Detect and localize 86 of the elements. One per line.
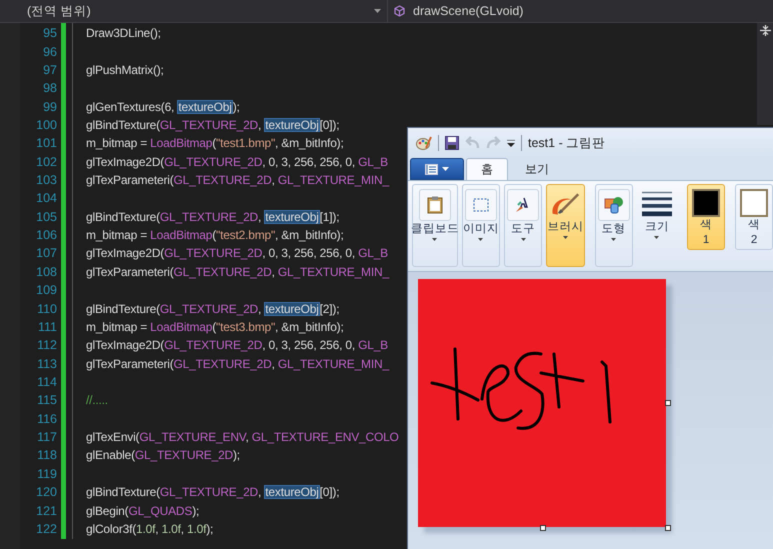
line-number: 109 [36, 283, 57, 298]
drawing-canvas[interactable] [418, 279, 666, 527]
caret-icon [442, 167, 449, 171]
line-number: 117 [37, 430, 57, 444]
split-icon[interactable] [760, 25, 770, 36]
caret-icon [432, 238, 438, 241]
ribbon-group-button[interactable]: 브러시 [546, 184, 585, 267]
line-number: 99 [43, 100, 57, 114]
code-line: m_bitmap = LoadBitmap("test3.bmp", &m_bitInfo); [86, 320, 344, 334]
code-line: glEnable(GL_TEXTURE_2D); [86, 448, 240, 462]
save-icon[interactable] [445, 136, 459, 150]
member-dropdown[interactable]: drawScene(GLvoid) [388, 0, 524, 22]
code-line: Draw3DLine(); [86, 26, 161, 40]
code-line: glBindTexture(GL_TEXTURE_2D, textureObj[2]); [86, 302, 340, 316]
line-number: 96 [43, 44, 57, 59]
code-line: glPushMatrix(); [86, 62, 164, 77]
code-line: glColor3f(1.0f, 1.0f, 1.0f); [86, 522, 214, 536]
code-line: glBindTexture(GL_TEXTURE_2D, textureObj[1]); [86, 210, 340, 224]
code-line: glTexParameteri(GL_TEXTURE_2D, GL_TEXTURE_MIN_ [86, 356, 389, 371]
color-button[interactable]: 색 1 [687, 184, 726, 250]
code-line: glTexImage2D(GL_TEXTURE_2D, 0, 3, 256, 256, 0, GL_B [86, 338, 388, 352]
line-number: 108 [36, 264, 57, 279]
caret-icon [562, 236, 568, 239]
caret-icon [374, 9, 381, 13]
palette-icon[interactable] [416, 136, 432, 150]
line-width-icon [642, 191, 672, 217]
code-line: glTexParameteri(GL_TEXTURE_2D, GL_TEXTURE_MIN_ [86, 264, 389, 279]
ribbon-tab[interactable]: 보기 [510, 158, 564, 180]
code-line: glTexImage2D(GL_TEXTURE_2D, 0, 3, 256, 256, 0, GL_B [86, 246, 388, 260]
caret-icon [654, 236, 660, 239]
shapes-icon [604, 196, 624, 214]
vertical-scrollbar[interactable] [757, 23, 773, 125]
line-number: 119 [37, 466, 57, 481]
resize-handle[interactable] [665, 525, 671, 531]
line-number: 100 [36, 118, 57, 132]
line-number: 107 [36, 246, 57, 260]
cube-icon [394, 5, 405, 17]
line-number: 111 [38, 320, 57, 334]
color-button[interactable]: 색 2 [735, 184, 773, 250]
caret-icon [520, 238, 526, 241]
line-number: 103 [36, 173, 57, 188]
line-number: 95 [43, 26, 57, 40]
window-title: test1 - 그림판 [528, 134, 606, 152]
customize-caret-icon[interactable] [507, 140, 515, 146]
line-number: 116 [37, 412, 57, 426]
line-number: 120 [36, 485, 57, 500]
code-line: glTexImage2D(GL_TEXTURE_2D, 0, 3, 256, 256, 0, GL_B [86, 154, 388, 169]
code-line: glTexParameteri(GL_TEXTURE_2D, GL_TEXTURE_MIN_ [86, 173, 389, 188]
code-line: glBegin(GL_QUADS); [86, 504, 200, 518]
ribbon-group-button[interactable]: 크기 [636, 184, 678, 267]
code-line: //..... [86, 393, 108, 408]
clipboard-icon [426, 196, 443, 214]
ribbon-group-button[interactable]: 클립보드 [412, 184, 458, 267]
line-number: 121 [36, 504, 57, 518]
caret-icon [611, 238, 616, 241]
line-number: 97 [43, 62, 57, 77]
line-number: 114 [37, 375, 57, 389]
line-number: 104 [36, 191, 57, 206]
line-number: 112 [37, 338, 57, 352]
scope-dropdown[interactable]: (전역 범위) [0, 0, 388, 22]
document-icon [425, 164, 438, 174]
code-line: m_bitmap = LoadBitmap("test2.bmp", &m_bitInfo); [86, 228, 344, 242]
ribbon-group-button[interactable]: 도구 [504, 184, 542, 267]
line-number: 115 [37, 393, 57, 408]
line-number: 113 [37, 356, 57, 371]
code-line: glBindTexture(GL_TEXTURE_2D, textureObj[0]); [86, 485, 340, 500]
caret-icon [478, 238, 484, 241]
line-number: 102 [36, 154, 57, 169]
line-number: 106 [36, 228, 57, 242]
line-number: 110 [37, 302, 57, 316]
resize-handle[interactable] [665, 400, 671, 406]
ribbon-group-button[interactable]: 이미지 [462, 184, 500, 267]
ribbon-tab[interactable]: 홈 [466, 158, 508, 180]
code-line: m_bitmap = LoadBitmap("test1.bmp", &m_bitInfo); [86, 136, 344, 150]
file-menu-button[interactable] [410, 158, 464, 180]
code-line: glGenTextures(6, textureObj); [86, 100, 240, 114]
line-number: 101 [36, 136, 57, 150]
line-number: 98 [43, 81, 57, 96]
line-number: 118 [37, 448, 57, 462]
code-line: glBindTexture(GL_TEXTURE_2D, textureObj[0]); [86, 118, 340, 132]
code-line: glTexEnvi(GL_TEXTURE_ENV, GL_TEXTURE_ENV_COLO [86, 430, 399, 444]
ribbon-group-button[interactable]: 도형 [594, 184, 633, 267]
selection-icon [472, 198, 489, 212]
line-number: 105 [36, 210, 57, 224]
resize-handle[interactable] [540, 525, 546, 531]
line-number: 122 [36, 522, 57, 536]
